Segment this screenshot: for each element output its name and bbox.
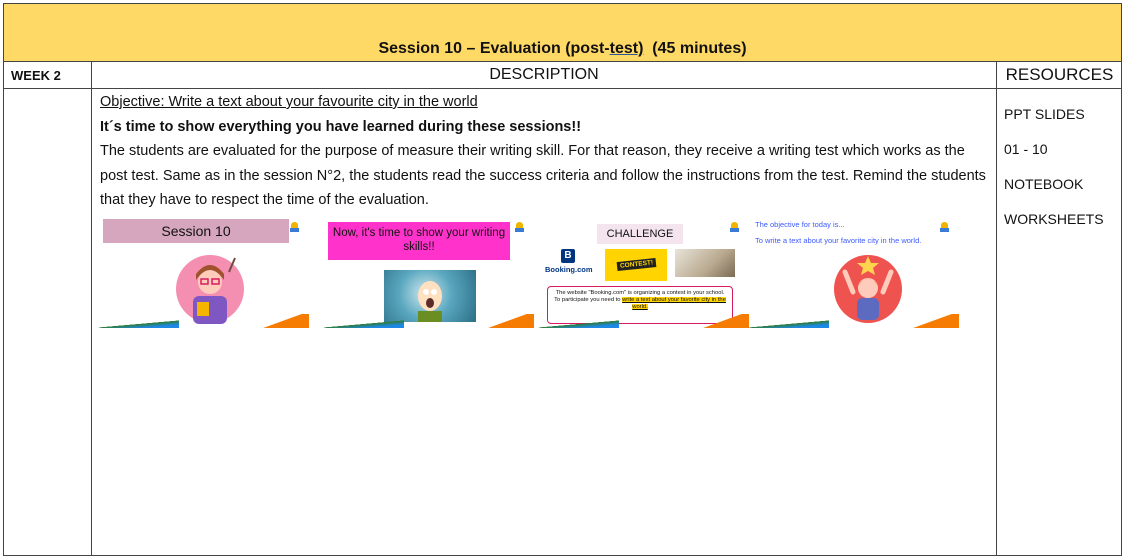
title-prefix: Session 10 – Evaluation (post-: [378, 40, 610, 57]
slide-1-banner: Session 10: [103, 219, 289, 243]
slide-2-banner: Now, it's time to show your writing skil…: [328, 222, 510, 260]
booking-name: Booking.com: [545, 265, 593, 274]
week-header: WEEK 2: [3, 62, 92, 89]
contest-tag: CONTEST!: [616, 257, 657, 272]
celebrating-girl-illustration: [834, 255, 902, 323]
description-body: Objective: Write a text about your favou…: [100, 90, 990, 213]
slide-footer-accent: [694, 314, 749, 328]
resource-worksheets: WORKSHEETS: [1004, 211, 1104, 227]
slide-footer-accent: [479, 314, 534, 328]
teacher-illustration: [176, 255, 244, 324]
resource-notebook: NOTEBOOK: [1004, 176, 1084, 192]
divider-resources: [996, 62, 997, 556]
slide-footer-accent: [254, 314, 309, 328]
divider-week: [91, 62, 92, 556]
meme-image: [384, 270, 476, 322]
contest-text-highlight: write a text about your favorite city in…: [622, 297, 726, 310]
school-logo-icon: [940, 222, 949, 234]
writing-photo: [675, 249, 735, 277]
slide-footer-accent: [904, 314, 959, 328]
school-logo-icon: [290, 222, 299, 234]
slide-footer-wave: [539, 318, 619, 328]
slide-3: CHALLENGE B Booking.com CONTEST! The web…: [539, 216, 749, 328]
objective-intro: The objective for today is...: [755, 220, 845, 229]
headline: It´s time to show everything you have le…: [100, 118, 582, 135]
title-row: Session 10 – Evaluation (post-test) (45 …: [3, 3, 1122, 62]
objective-statement: To write a text about your favorite city…: [755, 236, 922, 245]
objective-line: Objective: Write a text about your favou…: [100, 94, 478, 110]
school-logo-icon: [515, 222, 524, 234]
slide-2: Now, it's time to show your writing skil…: [324, 216, 534, 328]
slide-footer-wave: [749, 318, 829, 328]
contest-banner: CONTEST!: [605, 249, 667, 281]
description-paragraph: The students are evaluated for the purpo…: [100, 143, 986, 208]
booking-letter: B: [561, 249, 575, 263]
title-underlined: test): [609, 40, 644, 57]
description-header: DESCRIPTION: [92, 62, 996, 89]
resource-slide-range: 01 - 10: [1004, 141, 1048, 157]
slide-4: The objective for today is... To write a…: [749, 216, 959, 328]
title-suffix: (45 minutes): [643, 40, 747, 57]
resources-header: RESOURCES: [997, 62, 1122, 89]
slide-3-banner: CHALLENGE: [597, 224, 683, 244]
slide-footer-wave: [324, 318, 404, 328]
slide-footer-wave: [99, 318, 179, 328]
slide-1: Session 10: [99, 216, 309, 328]
session-title: Session 10 – Evaluation (post-test) (45 …: [4, 40, 1121, 58]
booking-logo: B Booking.com: [545, 249, 593, 281]
school-logo-icon: [730, 222, 739, 234]
slide-thumbnails: Session 10 Now, it's time to show your w…: [99, 216, 969, 328]
resource-ppt-slides: PPT SLIDES: [1004, 106, 1085, 122]
